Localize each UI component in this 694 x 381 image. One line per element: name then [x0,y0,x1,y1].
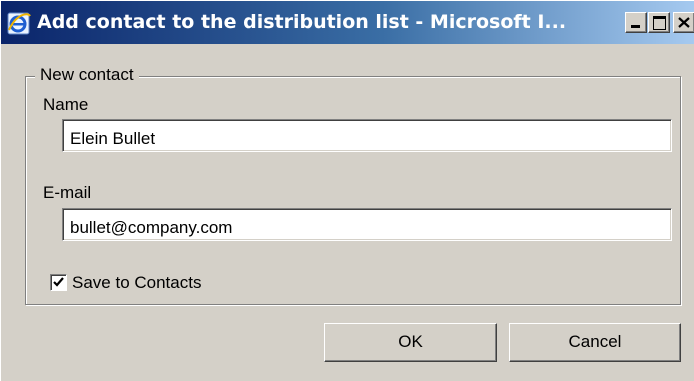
name-input[interactable] [62,119,672,152]
close-icon [678,17,690,28]
window-title: Add contact to the distribution list - M… [37,11,567,33]
email-input[interactable] [62,208,672,241]
minimize-button[interactable] [625,12,647,33]
save-to-contacts-checkbox[interactable] [50,274,67,291]
cancel-button[interactable]: Cancel [509,323,681,362]
internet-explorer-icon [6,10,32,36]
email-label: E-mail [43,183,92,202]
save-to-contacts-label[interactable]: Save to Contacts [72,272,201,294]
name-label: Name [43,95,89,114]
checkmark-icon [53,277,64,287]
maximize-button[interactable] [648,12,670,33]
ok-button[interactable]: OK [324,323,497,362]
new-contact-group [25,76,681,305]
new-contact-group-label: New contact [35,63,139,87]
dialog-window: Add contact to the distribution list - M… [0,0,694,381]
close-button[interactable] [673,12,694,33]
title-bar[interactable]: Add contact to the distribution list - M… [1,1,694,44]
